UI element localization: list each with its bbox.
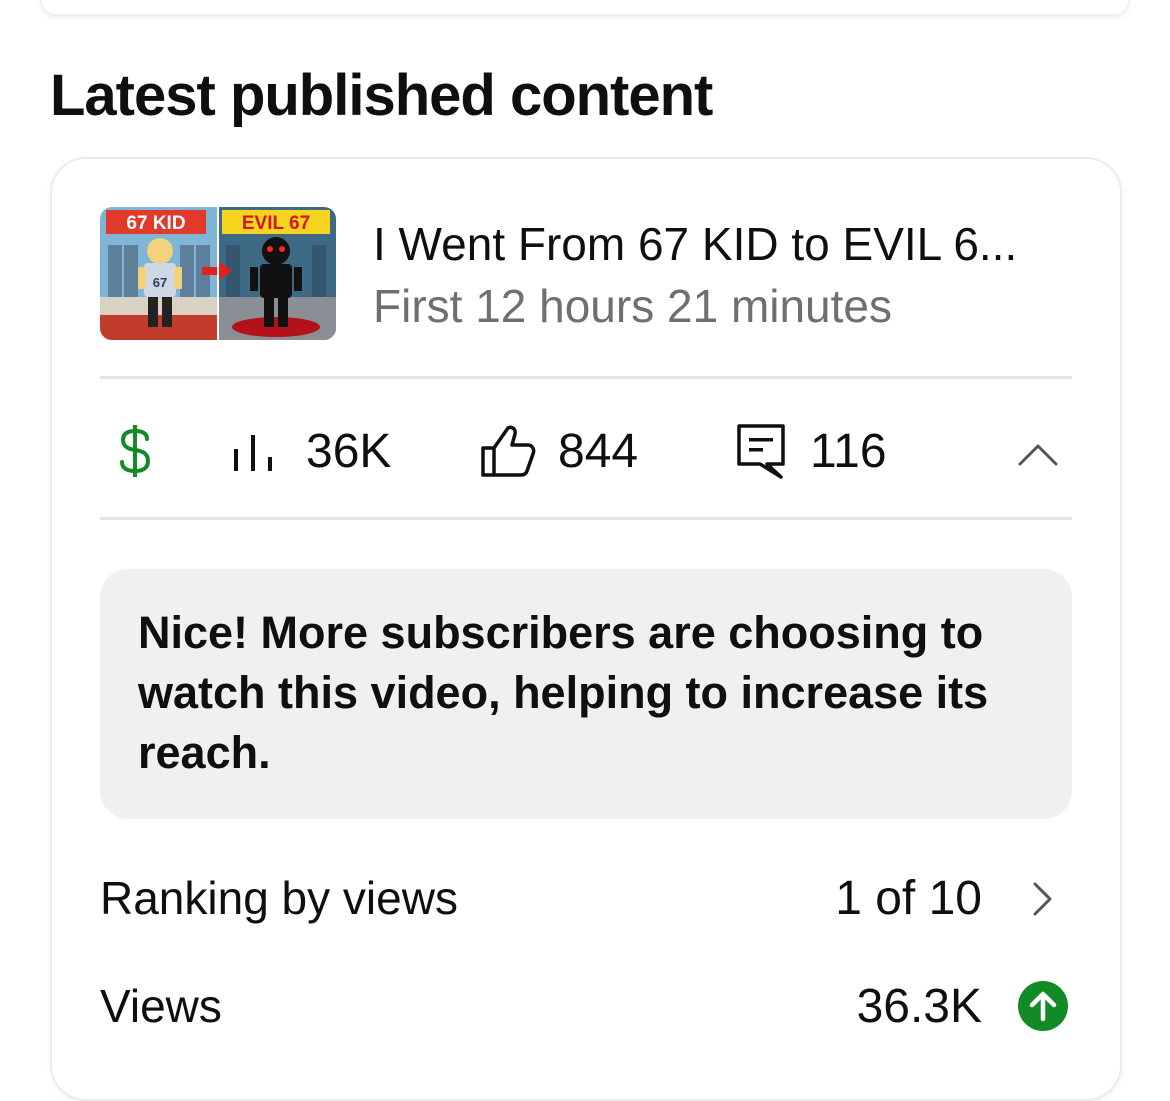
video-subtitle: First 12 hours 21 minutes bbox=[373, 280, 893, 332]
thumbnail-shirt-text: 67 bbox=[153, 275, 167, 290]
views-label: Views bbox=[100, 980, 222, 1032]
insight-message: Nice! More subscribers are choosing to w… bbox=[138, 607, 989, 778]
chevron-right-icon[interactable] bbox=[1032, 881, 1054, 917]
video-thumbnail[interactable]: 67 67 KID EVIL 67 bbox=[100, 207, 336, 340]
ranking-value: 1 of 10 bbox=[835, 872, 982, 925]
thumbnail-right-label: EVIL 67 bbox=[242, 213, 310, 234]
comments-count: 116 bbox=[810, 424, 887, 478]
thumbnail-left-label: 67 KID bbox=[126, 213, 185, 234]
likes-count: 844 bbox=[558, 424, 639, 478]
video-title[interactable]: I Went From 67 KID to EVIL 6... bbox=[373, 217, 1093, 271]
comment-icon bbox=[737, 424, 785, 479]
divider bbox=[100, 376, 1072, 379]
views-stat[interactable]: 36K bbox=[232, 421, 391, 481]
previous-card-edge bbox=[40, 0, 1130, 16]
views-value: 36.3K bbox=[856, 980, 982, 1033]
comments-stat[interactable]: 116 bbox=[736, 421, 887, 481]
video-row[interactable]: 67 67 KID EVIL 67 I Went From 67 KID to … bbox=[100, 207, 1072, 341]
ranking-label: Ranking by views bbox=[100, 872, 458, 924]
dollar-icon bbox=[120, 425, 151, 477]
revenue-stat[interactable] bbox=[118, 421, 152, 481]
section-title: Latest published content bbox=[50, 63, 713, 128]
divider bbox=[100, 517, 1072, 520]
trend-up-icon bbox=[1018, 981, 1068, 1031]
bar-chart-icon bbox=[234, 435, 272, 471]
likes-stat[interactable]: 844 bbox=[480, 421, 638, 481]
thumbs-up-icon bbox=[481, 425, 536, 477]
chevron-up-icon[interactable] bbox=[1018, 442, 1058, 466]
latest-content-card: 67 67 KID EVIL 67 I Went From 67 KID to … bbox=[50, 157, 1122, 1101]
views-count: 36K bbox=[306, 424, 392, 478]
insight-message-box: Nice! More subscribers are choosing to w… bbox=[100, 569, 1072, 819]
